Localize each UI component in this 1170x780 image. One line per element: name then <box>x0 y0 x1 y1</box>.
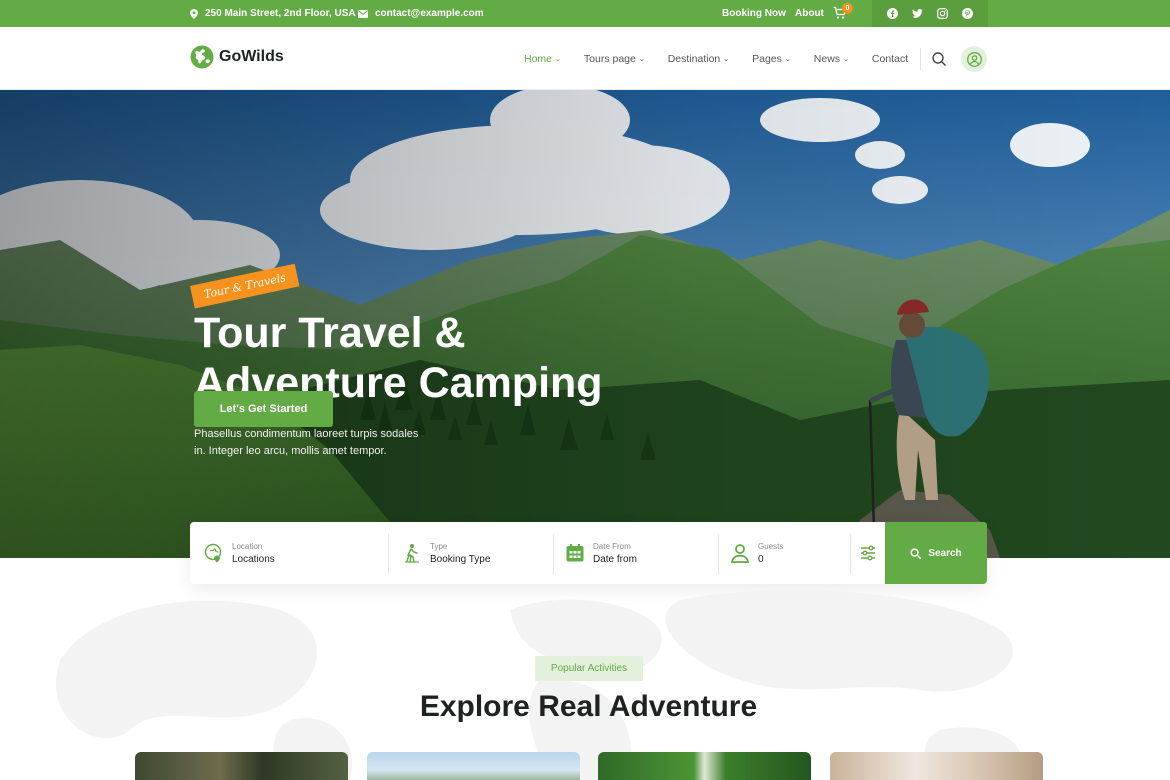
nav-item-destination[interactable]: Destination ⌄ <box>668 53 729 65</box>
facebook-icon[interactable] <box>887 8 898 19</box>
sliders-icon[interactable] <box>858 543 878 563</box>
chevron-down-icon: ⌄ <box>555 55 561 63</box>
location-text: Location Locations <box>232 542 275 565</box>
nav-item-contact[interactable]: Contact <box>872 53 908 65</box>
about-link[interactable]: About <box>795 0 824 27</box>
section-badge: Popular Activities <box>535 656 643 681</box>
field-divider <box>850 534 851 574</box>
nav-label: News <box>813 52 841 65</box>
email-text: contact@example.com <box>375 8 484 19</box>
type-text: Type Booking Type <box>430 542 490 565</box>
guests-text: Guests 0 <box>758 542 783 565</box>
search-icon <box>910 547 922 559</box>
logo[interactable]: GoWilds <box>190 45 284 69</box>
instagram-icon[interactable] <box>937 8 948 19</box>
pinterest-icon[interactable] <box>962 8 973 19</box>
chevron-down-icon: ⌄ <box>784 55 791 63</box>
nav-item-home[interactable]: Home ⌄ <box>524 53 561 65</box>
hero-subtitle: Phasellus condimentum laoreet turpis sod… <box>194 426 444 460</box>
location-label: Location <box>232 541 263 551</box>
date-from-label: Date From <box>593 541 631 551</box>
nav-label: Destination <box>667 52 721 65</box>
address-info: 250 Main Street, 2nd Floor, USA <box>190 0 356 27</box>
booking-now-link[interactable]: Booking Now <box>722 0 786 27</box>
nav-item-tours-page[interactable]: Tours page ⌄ <box>584 53 645 65</box>
hero-banner: Tour & Travels Tour Travel & Adventure C… <box>0 90 1170 558</box>
location-field[interactable]: Location Locations <box>204 522 275 584</box>
hero-subtitle-line-1: Phasellus condimentum laoreet turpis sod… <box>194 428 419 440</box>
site-header: GoWilds Home ⌄ Tours page ⌄ Destination … <box>0 27 1170 90</box>
section-title: Explore Real Adventure <box>419 690 758 723</box>
about-label: About <box>795 8 824 19</box>
nav-label: Pages <box>752 52 782 65</box>
map-pin-icon <box>204 543 222 563</box>
date-from-text: Date From Date from <box>593 542 637 565</box>
logo-text: GoWilds <box>219 48 284 65</box>
guests-field[interactable]: Guests 0 <box>730 522 783 584</box>
hero-subtitle-line-2: in. Integer leo arcu, mollis amet tempor… <box>194 445 387 457</box>
nav-label: Tours page <box>583 52 636 65</box>
guests-label: Guests <box>758 541 784 551</box>
calendar-icon <box>566 544 584 562</box>
activity-card[interactable] <box>135 752 348 780</box>
field-divider <box>388 534 389 574</box>
header-divider <box>920 48 921 70</box>
search-submit-button[interactable]: Search <box>885 522 987 584</box>
type-value: Booking Type <box>430 553 491 565</box>
chevron-down-icon: ⌄ <box>843 55 849 63</box>
search-icon[interactable] <box>931 51 947 67</box>
hiker-icon <box>405 544 419 563</box>
type-field[interactable]: Type Booking Type <box>402 522 490 584</box>
main-nav: Home ⌄ Tours page ⌄ Destination ⌄ Pages … <box>524 27 908 90</box>
activity-card[interactable] <box>598 752 811 780</box>
user-circle-icon <box>966 51 982 67</box>
guests-value: 0 <box>758 553 764 565</box>
location-value: Locations <box>232 553 275 565</box>
nav-item-pages[interactable]: Pages ⌄ <box>752 53 791 65</box>
nav-item-news[interactable]: News ⌄ <box>814 53 849 65</box>
user-icon <box>730 544 750 563</box>
account-button[interactable] <box>961 46 987 72</box>
tour-search-form: Location Locations Type Booking Type Dat… <box>190 522 987 584</box>
date-from-field[interactable]: Date From Date from <box>565 522 637 584</box>
top-bar: 250 Main Street, 2nd Floor, USA contact@… <box>0 0 1170 27</box>
globe-logo-icon <box>190 45 214 69</box>
chevron-down-icon: ⌄ <box>723 55 730 63</box>
date-from-value: Date from <box>593 553 637 565</box>
nav-label: Contact <box>871 52 909 65</box>
map-pin-icon <box>190 8 198 19</box>
activity-card[interactable] <box>367 752 580 780</box>
social-links <box>872 0 988 27</box>
email-info[interactable]: contact@example.com <box>358 0 484 27</box>
twitter-icon[interactable] <box>912 8 923 19</box>
field-divider <box>553 534 554 574</box>
search-submit-label: Search <box>928 547 962 559</box>
activity-card[interactable] <box>830 752 1043 780</box>
cart-count-badge: 0 <box>842 3 853 14</box>
nav-label: Home <box>524 52 553 65</box>
hero-title-line-1: Tour Travel & <box>194 309 466 357</box>
get-started-button[interactable]: Let's Get Started <box>194 391 333 427</box>
chevron-down-icon: ⌄ <box>638 55 645 63</box>
field-divider <box>718 534 719 574</box>
booking-now-label: Booking Now <box>722 8 786 19</box>
address-text: 250 Main Street, 2nd Floor, USA <box>205 8 356 19</box>
type-label: Type <box>430 541 448 551</box>
envelope-icon <box>358 9 368 18</box>
